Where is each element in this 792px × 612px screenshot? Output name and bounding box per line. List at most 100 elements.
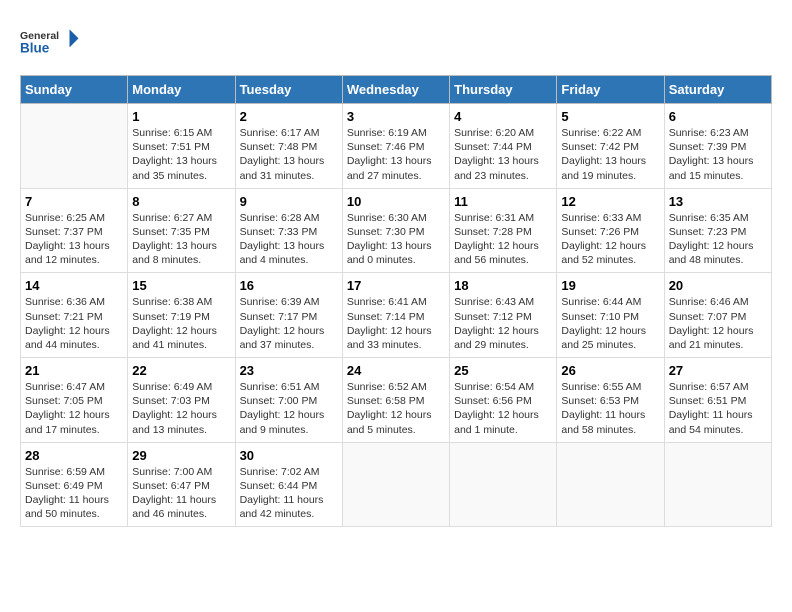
day-number: 21	[25, 363, 123, 378]
calendar-cell	[557, 442, 664, 527]
day-info: Sunrise: 6:38 AM Sunset: 7:19 PM Dayligh…	[132, 295, 230, 352]
day-info: Sunrise: 6:27 AM Sunset: 7:35 PM Dayligh…	[132, 211, 230, 268]
day-info: Sunrise: 6:36 AM Sunset: 7:21 PM Dayligh…	[25, 295, 123, 352]
sunrise: Sunrise: 6:51 AM	[240, 381, 320, 393]
calendar-cell: 3 Sunrise: 6:19 AM Sunset: 7:46 PM Dayli…	[342, 104, 449, 189]
week-row: 21 Sunrise: 6:47 AM Sunset: 7:05 PM Dayl…	[21, 358, 772, 443]
sunset: Sunset: 7:51 PM	[132, 141, 210, 153]
calendar-cell: 21 Sunrise: 6:47 AM Sunset: 7:05 PM Dayl…	[21, 358, 128, 443]
sunset: Sunset: 6:49 PM	[25, 480, 103, 492]
sunset: Sunset: 7:39 PM	[669, 141, 747, 153]
sunrise: Sunrise: 6:52 AM	[347, 381, 427, 393]
day-number: 28	[25, 448, 123, 463]
sunset: Sunset: 7:44 PM	[454, 141, 532, 153]
calendar-cell: 15 Sunrise: 6:38 AM Sunset: 7:19 PM Dayl…	[128, 273, 235, 358]
day-number: 15	[132, 278, 230, 293]
sunset: Sunset: 6:51 PM	[669, 395, 747, 407]
day-number: 25	[454, 363, 552, 378]
sunrise: Sunrise: 7:00 AM	[132, 466, 212, 478]
day-info: Sunrise: 6:35 AM Sunset: 7:23 PM Dayligh…	[669, 211, 767, 268]
day-info: Sunrise: 6:46 AM Sunset: 7:07 PM Dayligh…	[669, 295, 767, 352]
calendar-cell: 8 Sunrise: 6:27 AM Sunset: 7:35 PM Dayli…	[128, 188, 235, 273]
sunrise: Sunrise: 6:27 AM	[132, 212, 212, 224]
day-number: 23	[240, 363, 338, 378]
logo: General Blue	[20, 20, 80, 65]
sunrise: Sunrise: 6:30 AM	[347, 212, 427, 224]
week-row: 14 Sunrise: 6:36 AM Sunset: 7:21 PM Dayl…	[21, 273, 772, 358]
daylight: Daylight: 12 hours and 41 minutes.	[132, 325, 217, 351]
sunset: Sunset: 7:26 PM	[561, 226, 639, 238]
day-number: 22	[132, 363, 230, 378]
calendar-cell: 4 Sunrise: 6:20 AM Sunset: 7:44 PM Dayli…	[450, 104, 557, 189]
header-day: Friday	[557, 76, 664, 104]
sunrise: Sunrise: 6:46 AM	[669, 296, 749, 308]
sunrise: Sunrise: 6:47 AM	[25, 381, 105, 393]
calendar-cell: 22 Sunrise: 6:49 AM Sunset: 7:03 PM Dayl…	[128, 358, 235, 443]
week-row: 7 Sunrise: 6:25 AM Sunset: 7:37 PM Dayli…	[21, 188, 772, 273]
sunset: Sunset: 7:37 PM	[25, 226, 103, 238]
day-info: Sunrise: 6:41 AM Sunset: 7:14 PM Dayligh…	[347, 295, 445, 352]
day-info: Sunrise: 6:43 AM Sunset: 7:12 PM Dayligh…	[454, 295, 552, 352]
calendar-cell	[342, 442, 449, 527]
day-number: 6	[669, 109, 767, 124]
week-row: 28 Sunrise: 6:59 AM Sunset: 6:49 PM Dayl…	[21, 442, 772, 527]
daylight: Daylight: 12 hours and 29 minutes.	[454, 325, 539, 351]
daylight: Daylight: 12 hours and 17 minutes.	[25, 409, 110, 435]
day-number: 12	[561, 194, 659, 209]
day-info: Sunrise: 6:54 AM Sunset: 6:56 PM Dayligh…	[454, 380, 552, 437]
day-info: Sunrise: 6:31 AM Sunset: 7:28 PM Dayligh…	[454, 211, 552, 268]
day-number: 3	[347, 109, 445, 124]
sunrise: Sunrise: 6:25 AM	[25, 212, 105, 224]
calendar-cell: 12 Sunrise: 6:33 AM Sunset: 7:26 PM Dayl…	[557, 188, 664, 273]
day-info: Sunrise: 6:17 AM Sunset: 7:48 PM Dayligh…	[240, 126, 338, 183]
day-info: Sunrise: 7:00 AM Sunset: 6:47 PM Dayligh…	[132, 465, 230, 522]
day-info: Sunrise: 6:28 AM Sunset: 7:33 PM Dayligh…	[240, 211, 338, 268]
sunrise: Sunrise: 6:36 AM	[25, 296, 105, 308]
day-info: Sunrise: 7:02 AM Sunset: 6:44 PM Dayligh…	[240, 465, 338, 522]
day-number: 19	[561, 278, 659, 293]
sunrise: Sunrise: 6:39 AM	[240, 296, 320, 308]
calendar-cell: 24 Sunrise: 6:52 AM Sunset: 6:58 PM Dayl…	[342, 358, 449, 443]
day-number: 7	[25, 194, 123, 209]
day-number: 30	[240, 448, 338, 463]
calendar-cell: 29 Sunrise: 7:00 AM Sunset: 6:47 PM Dayl…	[128, 442, 235, 527]
daylight: Daylight: 13 hours and 23 minutes.	[454, 155, 539, 181]
calendar-cell: 14 Sunrise: 6:36 AM Sunset: 7:21 PM Dayl…	[21, 273, 128, 358]
calendar-cell: 1 Sunrise: 6:15 AM Sunset: 7:51 PM Dayli…	[128, 104, 235, 189]
day-info: Sunrise: 6:30 AM Sunset: 7:30 PM Dayligh…	[347, 211, 445, 268]
daylight: Daylight: 12 hours and 44 minutes.	[25, 325, 110, 351]
day-info: Sunrise: 6:20 AM Sunset: 7:44 PM Dayligh…	[454, 126, 552, 183]
day-number: 26	[561, 363, 659, 378]
day-number: 4	[454, 109, 552, 124]
day-number: 29	[132, 448, 230, 463]
header-day: Thursday	[450, 76, 557, 104]
header-day: Wednesday	[342, 76, 449, 104]
calendar-cell: 7 Sunrise: 6:25 AM Sunset: 7:37 PM Dayli…	[21, 188, 128, 273]
calendar-cell: 9 Sunrise: 6:28 AM Sunset: 7:33 PM Dayli…	[235, 188, 342, 273]
calendar-cell: 25 Sunrise: 6:54 AM Sunset: 6:56 PM Dayl…	[450, 358, 557, 443]
day-info: Sunrise: 6:55 AM Sunset: 6:53 PM Dayligh…	[561, 380, 659, 437]
sunset: Sunset: 6:53 PM	[561, 395, 639, 407]
sunset: Sunset: 7:35 PM	[132, 226, 210, 238]
sunset: Sunset: 6:44 PM	[240, 480, 318, 492]
day-number: 14	[25, 278, 123, 293]
sunset: Sunset: 7:17 PM	[240, 311, 318, 323]
daylight: Daylight: 12 hours and 48 minutes.	[669, 240, 754, 266]
daylight: Daylight: 13 hours and 0 minutes.	[347, 240, 432, 266]
day-info: Sunrise: 6:25 AM Sunset: 7:37 PM Dayligh…	[25, 211, 123, 268]
day-info: Sunrise: 6:19 AM Sunset: 7:46 PM Dayligh…	[347, 126, 445, 183]
calendar-cell: 11 Sunrise: 6:31 AM Sunset: 7:28 PM Dayl…	[450, 188, 557, 273]
daylight: Daylight: 12 hours and 5 minutes.	[347, 409, 432, 435]
week-row: 1 Sunrise: 6:15 AM Sunset: 7:51 PM Dayli…	[21, 104, 772, 189]
sunrise: Sunrise: 6:59 AM	[25, 466, 105, 478]
header-day: Tuesday	[235, 76, 342, 104]
calendar-cell: 13 Sunrise: 6:35 AM Sunset: 7:23 PM Dayl…	[664, 188, 771, 273]
day-number: 8	[132, 194, 230, 209]
sunrise: Sunrise: 6:35 AM	[669, 212, 749, 224]
day-info: Sunrise: 6:23 AM Sunset: 7:39 PM Dayligh…	[669, 126, 767, 183]
day-info: Sunrise: 6:47 AM Sunset: 7:05 PM Dayligh…	[25, 380, 123, 437]
header-row: SundayMondayTuesdayWednesdayThursdayFrid…	[21, 76, 772, 104]
sunset: Sunset: 6:56 PM	[454, 395, 532, 407]
day-number: 16	[240, 278, 338, 293]
sunset: Sunset: 7:33 PM	[240, 226, 318, 238]
